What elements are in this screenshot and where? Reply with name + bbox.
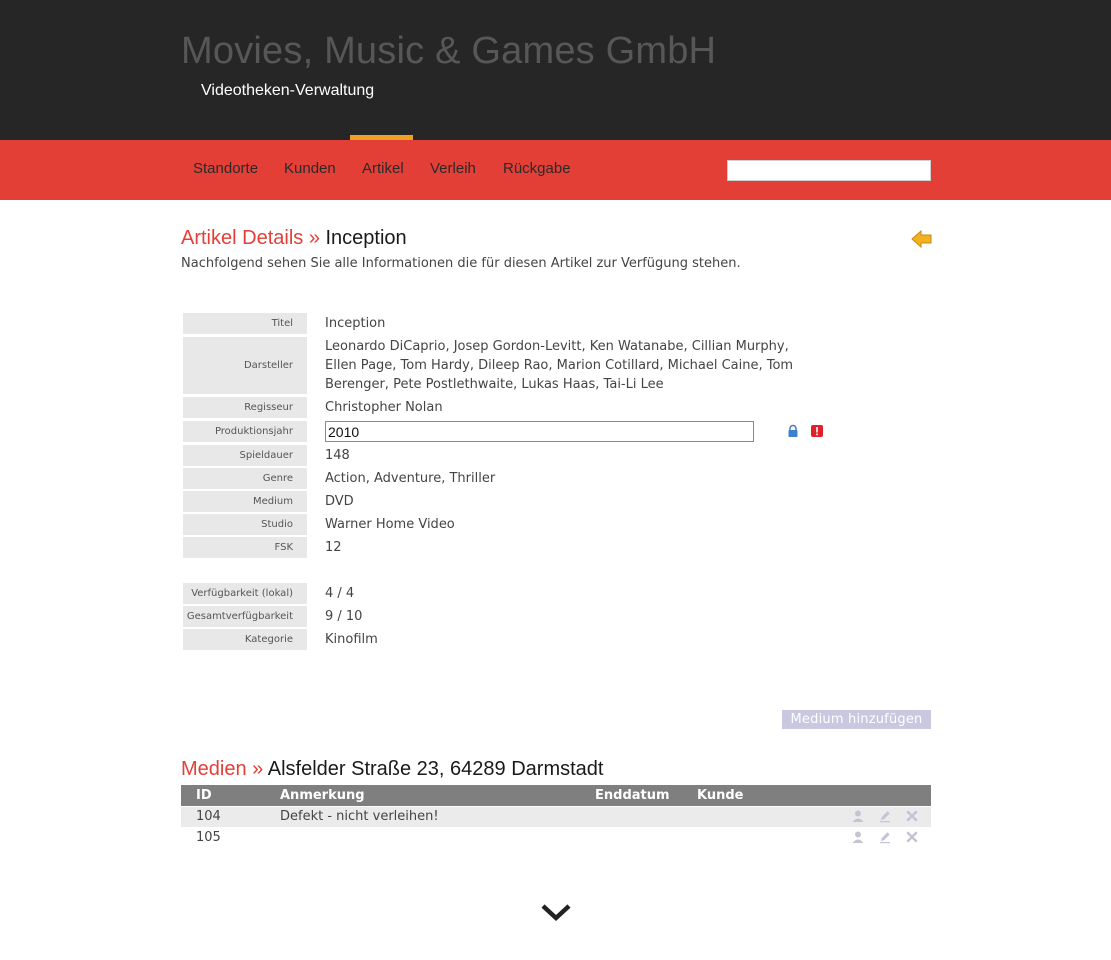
warning-icon[interactable] <box>810 424 824 438</box>
table-row <box>181 828 931 848</box>
page-title-name: Inception <box>325 227 407 249</box>
media-title-lead: Medien » <box>181 758 264 780</box>
search-input[interactable] <box>727 160 931 181</box>
produktionsjahr-input[interactable] <box>325 421 754 442</box>
media-title-location: Alsfelder Straße 23, 64289 Darmstadt <box>267 758 604 780</box>
column-header-kunde[interactable]: Kunde <box>697 788 743 803</box>
nav-item-verleih[interactable]: Verleih <box>430 160 476 177</box>
column-header-enddatum[interactable]: Enddatum <box>595 788 670 803</box>
delete-icon[interactable] <box>905 830 919 844</box>
page-description: Nachfolgend sehen Sie alle Informationen… <box>181 256 741 271</box>
value-spieldauer: 148 <box>325 448 350 463</box>
label-spieldauer: Spieldauer <box>183 445 307 466</box>
cell-id: 105 <box>196 830 221 845</box>
value-fsk: 12 <box>325 540 342 555</box>
column-header-id[interactable]: ID <box>196 788 212 803</box>
value-darsteller-line-3: Berenger, Pete Postlethwaite, Lukas Haas… <box>325 377 664 392</box>
label-genre: Genre <box>183 468 307 489</box>
nav-item-artikel[interactable]: Artikel <box>362 160 404 177</box>
value-medium: DVD <box>325 494 354 509</box>
label-medium: Medium <box>183 491 307 512</box>
label-darsteller: Darsteller <box>183 337 307 394</box>
value-gesamtverfuegbarkeit: 9 / 10 <box>325 609 363 624</box>
label-regisseur: Regisseur <box>183 397 307 418</box>
value-kategorie: Kinofilm <box>325 632 378 647</box>
cell-anmerkung: Defekt - nicht verleihen! <box>280 809 439 824</box>
label-produktionsjahr: Produktionsjahr <box>183 421 307 442</box>
cell-id: 104 <box>196 809 221 824</box>
label-studio: Studio <box>183 514 307 535</box>
lock-icon[interactable] <box>786 424 800 438</box>
brand-subtitle: Videotheken-Verwaltung <box>201 82 375 99</box>
label-verfuegbarkeit-lokal: Verfügbarkeit (lokal) <box>183 583 307 604</box>
label-fsk: FSK <box>183 537 307 558</box>
delete-icon[interactable] <box>905 809 919 823</box>
brand-title: Movies, Music & Games GmbH <box>181 30 717 72</box>
value-verfuegbarkeit-lokal: 4 / 4 <box>325 586 355 601</box>
value-darsteller-line-1: Leonardo DiCaprio, Josep Gordon-Levitt, … <box>325 339 789 354</box>
page-title-lead: Artikel Details » <box>181 227 320 249</box>
chevron-down-icon[interactable] <box>540 900 572 924</box>
column-header-anmerkung[interactable]: Anmerkung <box>280 788 365 803</box>
value-regisseur: Christopher Nolan <box>325 400 443 415</box>
user-icon[interactable] <box>851 809 865 823</box>
value-genre: Action, Adventure, Thriller <box>325 471 496 486</box>
user-icon[interactable] <box>851 830 865 844</box>
media-title: Medien » Alsfelder Straße 23, 64289 Darm… <box>181 758 603 781</box>
label-titel: Titel <box>183 313 307 334</box>
add-medium-button[interactable]: Medium hinzufügen <box>782 710 931 729</box>
edit-icon[interactable] <box>878 809 892 823</box>
back-arrow-icon[interactable] <box>911 229 933 249</box>
label-kategorie: Kategorie <box>183 629 307 650</box>
nav-item-kunden[interactable]: Kunden <box>284 160 336 177</box>
label-gesamtverfuegbarkeit: Gesamtverfügbarkeit <box>183 606 307 627</box>
value-studio: Warner Home Video <box>325 517 455 532</box>
nav-item-rueckgabe[interactable]: Rückgabe <box>503 160 571 177</box>
value-darsteller-line-2: Ellen Page, Tom Hardy, Dileep Rao, Mario… <box>325 358 794 373</box>
edit-icon[interactable] <box>878 830 892 844</box>
nav-item-standorte[interactable]: Standorte <box>193 160 258 177</box>
page-title: Artikel Details » Inception <box>181 227 407 250</box>
value-titel: Inception <box>325 316 386 331</box>
